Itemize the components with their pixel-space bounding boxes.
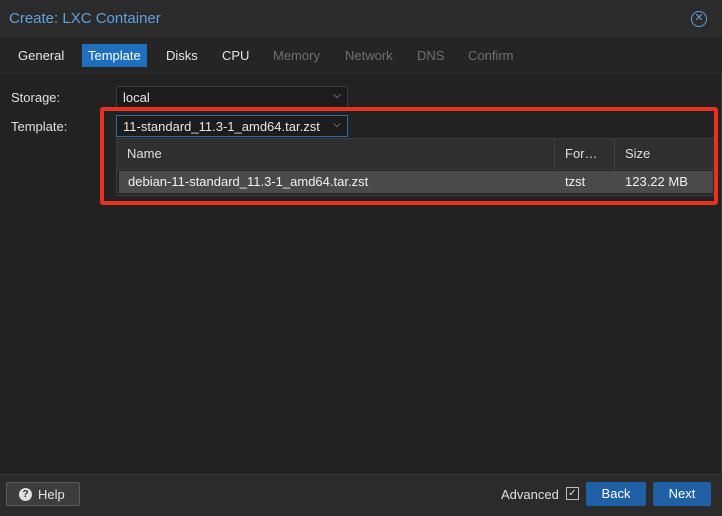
advanced-checkbox[interactable]: ✓ [566,487,579,500]
storage-select[interactable]: local ⌵ [116,86,348,108]
window-titlebar: Create: LXC Container ✕ [0,0,722,38]
window-title: Create: LXC Container [9,10,161,27]
tab-disks[interactable]: Disks [160,44,204,67]
storage-value: local [123,90,150,105]
lxc-wizard-window: Create: LXC Container ✕ General Template… [0,0,722,516]
tab-cpu[interactable]: CPU [216,44,255,67]
tab-network: Network [345,48,393,63]
tab-dns: DNS [417,48,445,63]
template-label: Template: [11,119,68,134]
help-button-label: Help [38,487,65,502]
question-circle-icon: ? [19,488,32,501]
wizard-footer: ? Help Advanced ✓ Back Next [0,474,722,516]
tab-confirm: Confirm [468,48,514,63]
back-button[interactable]: Back [586,482,646,506]
close-icon[interactable]: ✕ [691,11,707,27]
tab-general[interactable]: General [12,44,70,67]
chevron-down-icon[interactable]: ⌵ [331,90,343,102]
wizard-tabs: General Template Disks CPU Memory Networ… [0,38,722,74]
next-button[interactable]: Next [653,482,711,506]
tab-template[interactable]: Template [82,44,147,67]
annotation-highlight-box [100,107,718,205]
tab-memory: Memory [273,48,320,63]
storage-label: Storage: [11,90,61,105]
help-button[interactable]: ? Help [6,482,80,506]
advanced-label: Advanced [501,487,559,502]
